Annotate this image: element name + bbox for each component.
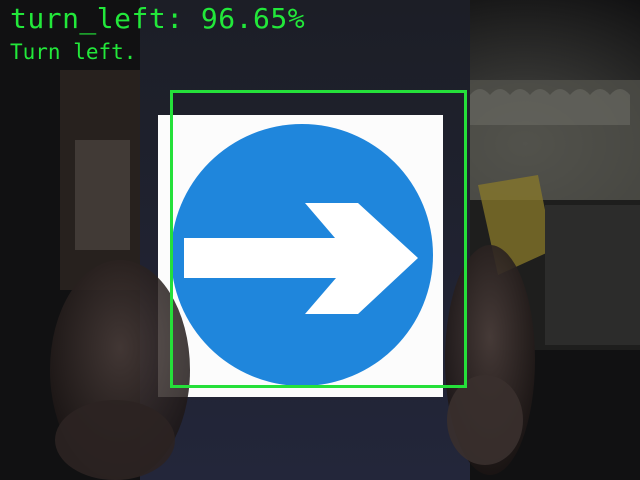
detection-label: turn_left: 96.65% xyxy=(10,2,306,35)
left-books xyxy=(75,140,130,250)
box-right xyxy=(545,205,640,345)
detection-bounding-box xyxy=(170,90,467,388)
finger-bottom xyxy=(55,400,175,480)
detection-message: Turn left. xyxy=(10,40,137,64)
curtain-folds xyxy=(460,89,630,125)
finger-right-tip xyxy=(447,375,523,465)
